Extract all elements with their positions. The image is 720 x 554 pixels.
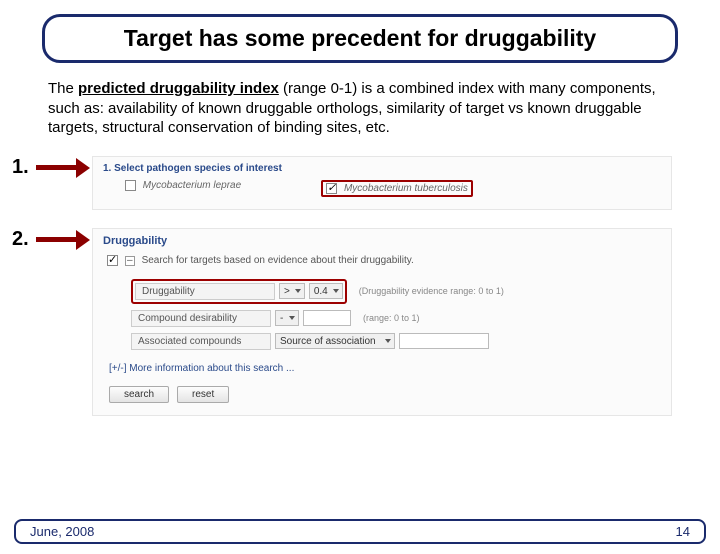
checkbox-checked-icon[interactable] [107, 255, 118, 266]
associated-value-input[interactable] [399, 333, 489, 349]
panel-druggability: Druggability – Search for targets based … [92, 228, 672, 416]
druggability-label: Druggability [135, 283, 275, 300]
intro-lead: The [48, 80, 78, 97]
panel1-heading-text: Select pathogen species of interest [114, 163, 282, 174]
desirability-label: Compound desirability [131, 310, 271, 327]
checkbox-icon[interactable] [125, 180, 136, 191]
intro-paragraph: The predicted druggability index (range … [48, 79, 672, 138]
row-associated: Associated compounds Source of associati… [103, 330, 661, 353]
reset-button[interactable]: reset [177, 386, 229, 403]
step-2-number: 2. [12, 228, 36, 251]
step-2-row: 2. Druggability – Search for targets bas… [0, 228, 720, 416]
associated-label: Associated compounds [131, 333, 271, 350]
row-druggability: Druggability > 0.4 (Druggability evidenc… [103, 276, 661, 307]
footer-date: June, 2008 [30, 524, 94, 539]
associated-source-select[interactable]: Source of association [275, 333, 395, 349]
desirability-op-select[interactable]: - [275, 310, 299, 326]
slide-title: Target has some precedent for druggabili… [42, 14, 678, 63]
step-1-number: 1. [12, 156, 36, 179]
step-1-row: 1. 1. Select pathogen species of interes… [0, 156, 720, 210]
druggability-hint: (Druggability evidence range: 0 to 1) [359, 286, 504, 296]
highlight-species-tb: Mycobacterium tuberculosis [321, 180, 473, 197]
panel2-enable-row[interactable]: – Search for targets based on evidence a… [103, 255, 661, 276]
panel-select-species: 1. Select pathogen species of interest M… [92, 156, 672, 210]
checkbox-checked-icon[interactable] [326, 183, 337, 194]
panel2-title: Druggability [103, 235, 661, 255]
intro-underlined: predicted druggability index [78, 80, 279, 97]
panel1-heading: 1. Select pathogen species of interest [101, 161, 663, 180]
druggability-value-select[interactable]: 0.4 [309, 283, 343, 299]
search-button[interactable]: search [109, 386, 169, 403]
desirability-hint: (range: 0 to 1) [363, 313, 420, 323]
row-desirability: Compound desirability - (range: 0 to 1) [103, 307, 661, 330]
desirability-value-input[interactable] [303, 310, 351, 326]
species-leprae[interactable]: Mycobacterium leprae [125, 180, 241, 197]
arrow-icon [36, 230, 92, 250]
highlight-druggability-row: Druggability > 0.4 [131, 279, 347, 304]
species-tb-label: Mycobacterium tuberculosis [344, 183, 468, 194]
panel1-heading-num: 1. [103, 163, 111, 174]
footer-bar: June, 2008 14 [14, 519, 706, 544]
collapse-icon[interactable]: – [125, 256, 135, 266]
species-tb[interactable]: Mycobacterium tuberculosis [326, 183, 468, 194]
more-info-toggle[interactable]: [+/-] More information about this search… [103, 353, 661, 386]
footer-page: 14 [676, 524, 690, 539]
species-leprae-label: Mycobacterium leprae [143, 180, 241, 191]
druggability-op-select[interactable]: > [279, 283, 305, 299]
panel2-enable-label: Search for targets based on evidence abo… [142, 255, 414, 266]
arrow-icon [36, 158, 92, 178]
